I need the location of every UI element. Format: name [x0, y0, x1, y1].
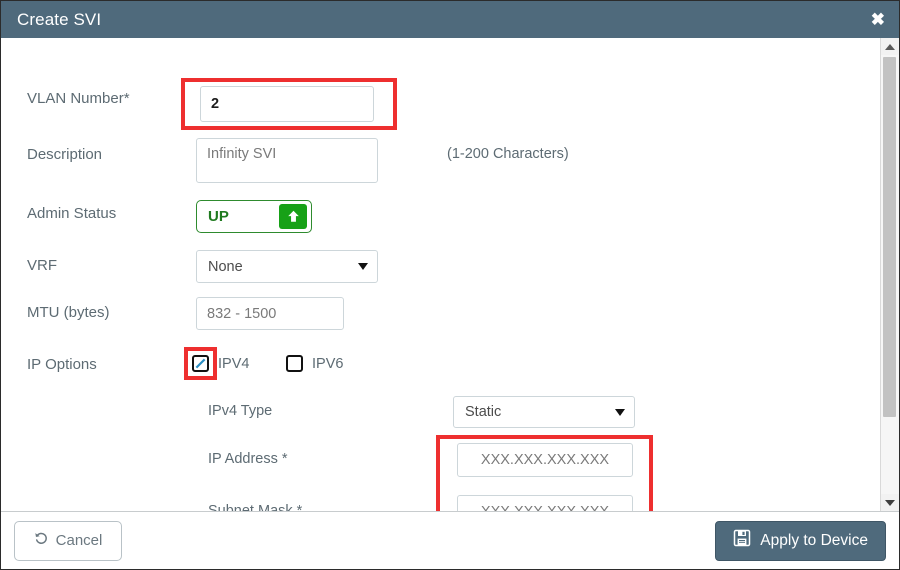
field-row-description: Description	[27, 146, 102, 163]
ip-address-label: IP Address *	[208, 451, 288, 467]
create-svi-dialog: Create SVI ✖ VLAN Number* Description (1…	[0, 0, 900, 570]
field-row-vrf: VRF	[27, 257, 57, 274]
dialog-title: Create SVI	[17, 9, 102, 29]
scrollbar-thumb[interactable]	[883, 57, 896, 417]
admin-status-label: Admin Status	[27, 205, 117, 222]
ipv4-checkbox[interactable]	[192, 355, 209, 372]
ipv6-checkbox-group: IPV6	[286, 355, 343, 372]
admin-status-toggle[interactable]: UP	[196, 200, 312, 233]
ipv4-type-label: IPv4 Type	[208, 403, 273, 419]
save-icon	[733, 529, 751, 552]
close-icon[interactable]: ✖	[871, 11, 885, 28]
scroll-up-arrow-icon[interactable]	[881, 38, 899, 55]
vrf-label: VRF	[27, 257, 57, 274]
field-row-ip-address: IP Address *	[208, 451, 288, 467]
field-row-ip-options: IP Options	[27, 356, 97, 373]
field-row-admin-status: Admin Status	[27, 205, 116, 222]
dialog-body: VLAN Number* Description (1-200 Characte…	[1, 38, 899, 512]
vlan-number-input[interactable]	[200, 86, 374, 122]
subnet-mask-label: Subnet Mask *	[208, 503, 303, 511]
ipv6-checkbox[interactable]	[286, 355, 303, 372]
form-area: VLAN Number* Description (1-200 Characte…	[1, 38, 880, 511]
description-label: Description	[27, 146, 103, 163]
description-textarea[interactable]	[196, 138, 378, 183]
cancel-button[interactable]: Cancel	[14, 520, 122, 561]
ipv4-type-selected-value: Static	[465, 404, 502, 420]
undo-icon	[34, 531, 49, 550]
cancel-button-label: Cancel	[55, 532, 103, 549]
mtu-input[interactable]	[196, 297, 344, 330]
subnet-mask-input[interactable]	[457, 495, 633, 511]
description-hint: (1-200 Characters)	[447, 146, 569, 162]
field-row-subnet-mask: Subnet Mask *	[208, 503, 302, 511]
field-row-ipv4-type: IPv4 Type	[208, 403, 272, 419]
vlan-number-label: VLAN Number*	[27, 90, 130, 107]
description-hint-text: (1-200 Characters)	[447, 146, 569, 162]
dialog-footer: Cancel Apply to Device	[1, 512, 899, 569]
field-row-mtu: MTU (bytes)	[27, 304, 110, 321]
vrf-select[interactable]: None	[196, 250, 378, 283]
ip-options-label: IP Options	[27, 356, 97, 373]
chevron-down-icon	[615, 408, 625, 416]
ip-address-input[interactable]	[457, 443, 633, 477]
chevron-down-icon	[358, 263, 368, 270]
ipv4-checkbox-label: IPV4	[218, 355, 250, 372]
mtu-label: MTU (bytes)	[27, 304, 110, 321]
ipv4-type-select[interactable]: Static	[453, 396, 635, 428]
scroll-down-arrow-icon[interactable]	[881, 494, 899, 511]
admin-status-value: UP	[208, 208, 229, 225]
ipv4-checkbox-group: IPV4	[192, 355, 249, 372]
ipv6-checkbox-label: IPV6	[312, 355, 344, 372]
dialog-titlebar: Create SVI ✖	[1, 1, 899, 38]
apply-to-device-button[interactable]: Apply to Device	[715, 520, 886, 561]
arrow-up-icon	[279, 204, 307, 229]
field-row-vlan-number: VLAN Number*	[27, 90, 130, 107]
scrollbar-track[interactable]	[881, 55, 899, 494]
apply-to-device-label: Apply to Device	[760, 531, 868, 549]
form-scrollbar[interactable]	[880, 38, 899, 511]
vrf-selected-value: None	[208, 258, 243, 275]
